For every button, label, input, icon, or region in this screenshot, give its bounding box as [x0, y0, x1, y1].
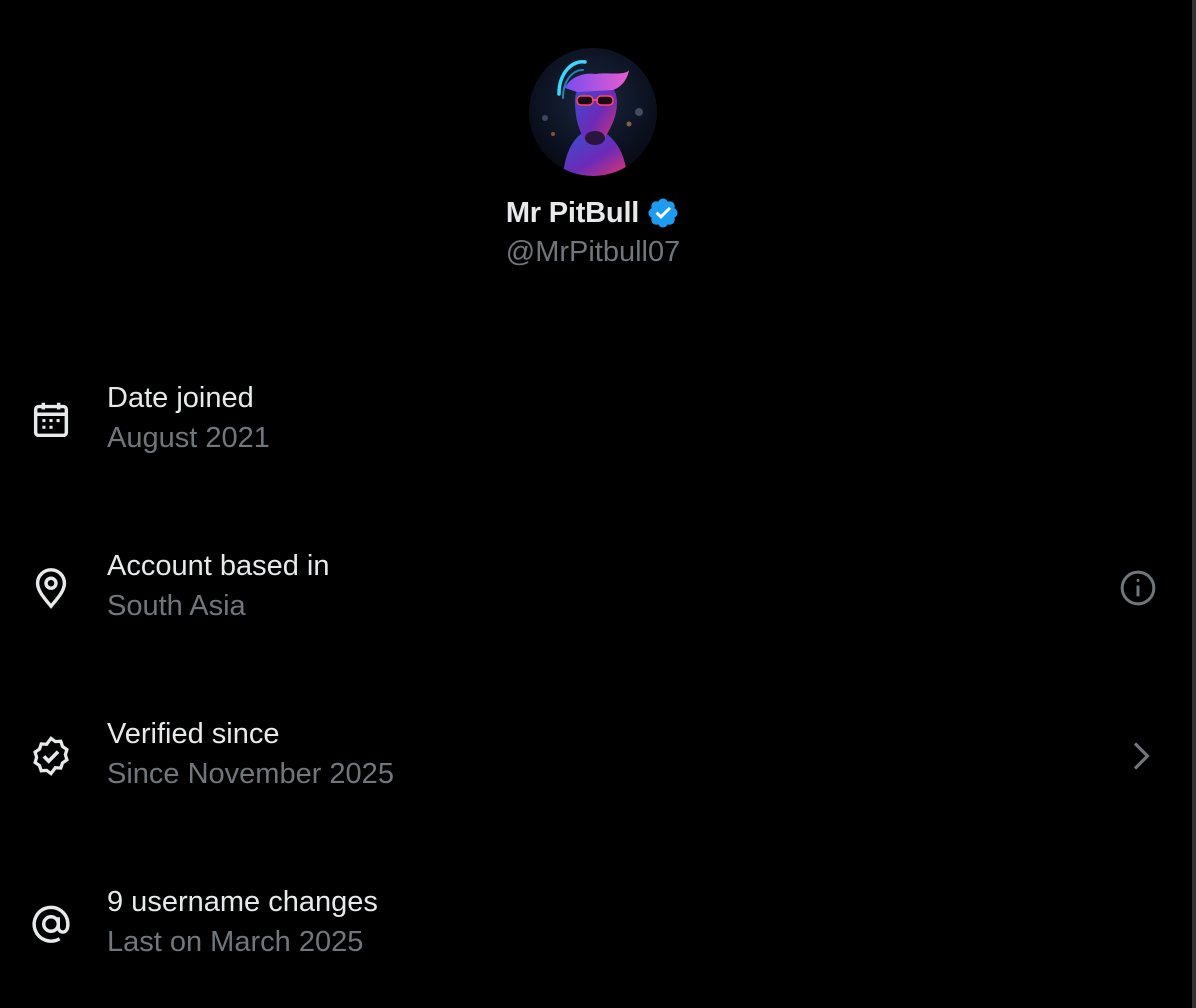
chevron-right-icon[interactable] — [1120, 736, 1160, 776]
scrollbar[interactable] — [1192, 0, 1196, 1008]
calendar-icon — [28, 397, 74, 443]
row-text: 9 username changes Last on March 2025 — [107, 884, 378, 960]
row-text: Account based in South Asia — [107, 548, 329, 624]
row-text: Verified since Since November 2025 — [107, 716, 394, 792]
info-row-username-changes: 9 username changes Last on March 2025 — [0, 864, 1186, 984]
row-title: Account based in — [107, 550, 330, 582]
display-name: Mr PitBull — [505, 196, 640, 229]
verified-check-icon — [28, 733, 74, 779]
info-row-date-joined: Date joined August 2021 — [0, 360, 1186, 480]
profile-header: Mr PitBull @MrPitbull07 — [0, 48, 1186, 269]
info-icon[interactable] — [1118, 568, 1158, 608]
row-title: Date joined — [107, 382, 254, 414]
row-title: 9 username changes — [107, 886, 378, 918]
row-text: Date joined August 2021 — [107, 380, 270, 456]
row-value: August 2021 — [107, 422, 270, 454]
at-sign-icon — [28, 901, 74, 947]
name-row: Mr PitBull — [506, 196, 680, 230]
info-row-verified-since[interactable]: Verified since Since November 2025 — [0, 696, 1186, 816]
avatar[interactable] — [529, 48, 657, 176]
location-pin-icon — [28, 565, 74, 611]
row-title: Verified since — [107, 718, 280, 750]
row-value: Last on March 2025 — [107, 926, 364, 958]
row-value: South Asia — [107, 590, 246, 622]
row-value: Since November 2025 — [107, 758, 394, 790]
handle: @MrPitbull07 — [505, 236, 681, 268]
info-row-account-based-in: Account based in South Asia — [0, 528, 1186, 648]
verified-badge-icon[interactable] — [646, 196, 680, 230]
